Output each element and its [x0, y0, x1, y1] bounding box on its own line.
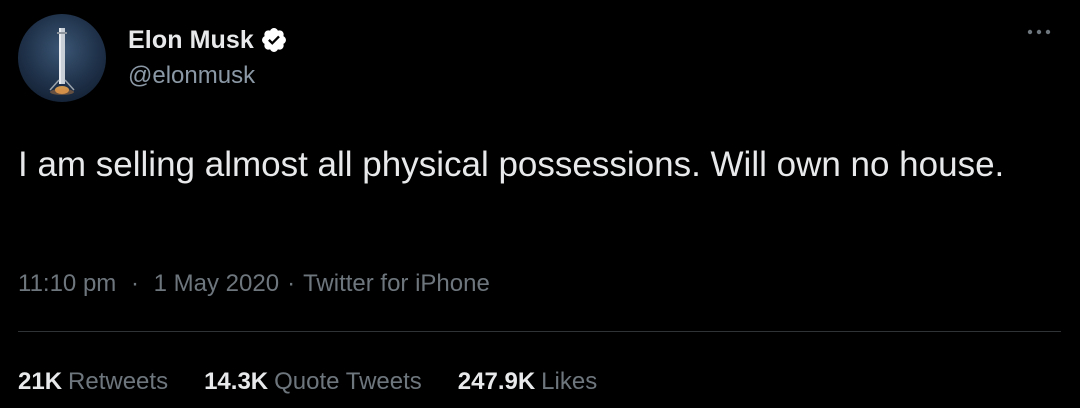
retweets-label: Retweets [68, 368, 169, 395]
likes-count: 247.9K [457, 368, 536, 395]
meta-separator: · [287, 270, 296, 297]
tweet-text: I am selling almost all physical possess… [18, 145, 1005, 184]
likes-stat[interactable]: 247.9K Likes [458, 368, 597, 396]
author-display-name[interactable]: Elon Musk [128, 26, 254, 55]
engagement-stats: 21K Retweets 14.3K Quote Tweets 247.9K Like… [18, 368, 633, 396]
author-name-row[interactable]: Elon Musk [128, 24, 288, 56]
retweets-count: 21K [18, 368, 63, 395]
avatar[interactable] [18, 14, 106, 102]
verified-badge-icon [260, 26, 288, 54]
tweet-timestamp-link[interactable]: 11:10 pm · 1 May 2020 [18, 270, 279, 298]
likes-label: Likes [541, 368, 598, 395]
tweet-source-link[interactable]: Twitter for iPhone [303, 270, 490, 298]
quote-tweets-count: 14.3K [204, 368, 269, 395]
rocket-avatar-icon [49, 28, 75, 95]
tweet-time: 11:10 pm [18, 270, 117, 297]
quote-tweets-label: Quote Tweets [274, 368, 422, 395]
meta-separator: · [130, 270, 139, 297]
more-options-button[interactable] [1024, 22, 1056, 42]
quote-tweets-stat[interactable]: 14.3K Quote Tweets [204, 368, 422, 396]
divider [18, 331, 1061, 332]
tweet-meta: 11:10 pm · 1 May 2020 · Twitter for iPho… [18, 270, 490, 298]
author-handle[interactable]: @elonmusk [128, 62, 255, 90]
tweet-card: Elon Musk @elonmusk I am selling almost … [0, 0, 1080, 408]
retweets-stat[interactable]: 21K Retweets [18, 368, 168, 396]
more-horizontal-icon [1027, 29, 1051, 35]
tweet-date: 1 May 2020 [153, 270, 280, 297]
